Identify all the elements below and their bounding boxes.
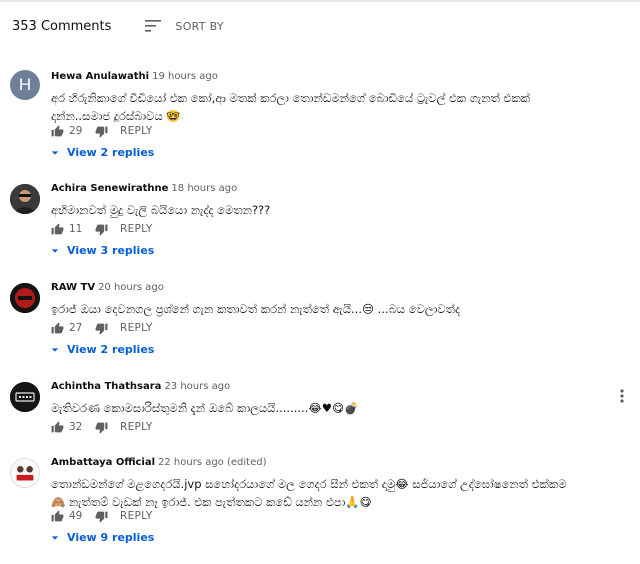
view-replies-label: View 2 replies <box>67 343 155 356</box>
sort-icon <box>145 20 162 32</box>
person-avatar-icon <box>10 184 40 214</box>
comment-time[interactable]: 18 hours ago <box>171 183 237 194</box>
comment-text: තොන්ඩමන්ගේ මළගෙදරයි.jvp සහෝදරයාගේ මල ගෙද… <box>51 477 567 509</box>
view-replies-button[interactable]: View 2 replies <box>51 146 154 159</box>
like-count: 29 <box>69 125 83 137</box>
ambattaya-logo-icon <box>11 459 39 487</box>
like-icon[interactable] <box>51 223 64 236</box>
comment-author[interactable]: RAW TV <box>51 282 95 293</box>
raw-tv-logo-icon <box>10 283 40 313</box>
chevron-down-icon <box>51 535 59 540</box>
comment-author[interactable]: Ambattaya Official <box>51 457 155 468</box>
comment-time[interactable]: 19 hours ago <box>152 71 218 82</box>
comment-text: අර හිරුනිකාගේ වීඩියෝ එක කෝ,ආ මතක් කරලා ත… <box>51 91 531 123</box>
view-replies-label: View 3 replies <box>67 244 155 257</box>
avatar[interactable] <box>10 458 40 488</box>
comment-author[interactable]: Achira Senewirathne <box>51 183 168 194</box>
comment-text: ඉරාජ් ඔයා දෙවනගල ප්‍රශ්නේ ගැන කතාවත් කරන… <box>51 302 461 316</box>
comment-author[interactable]: Hewa Anulawathi <box>51 71 149 82</box>
pubg-logo-icon <box>10 382 40 412</box>
reply-button[interactable]: REPLY <box>120 510 153 522</box>
reply-button[interactable]: REPLY <box>120 421 153 433</box>
comment-time[interactable]: 22 hours ago (edited) <box>158 457 266 468</box>
comments-header: 353 Comments SORT BY <box>12 15 224 37</box>
chevron-down-icon <box>51 150 59 155</box>
reply-button[interactable]: REPLY <box>120 223 153 235</box>
like-count: 32 <box>69 421 83 433</box>
like-count: 49 <box>69 510 83 522</box>
chevron-down-icon <box>51 248 59 253</box>
dislike-icon[interactable] <box>95 223 108 236</box>
like-count: 11 <box>69 223 83 235</box>
like-icon[interactable] <box>51 125 64 138</box>
reply-button[interactable]: REPLY <box>120 322 153 334</box>
view-replies-button[interactable]: View 2 replies <box>51 343 154 356</box>
comment-time[interactable]: 20 hours ago <box>98 282 164 293</box>
view-replies-label: View 9 replies <box>67 531 155 544</box>
avatar-letter: H <box>18 75 32 94</box>
like-icon[interactable] <box>51 322 64 335</box>
avatar[interactable]: H <box>10 70 40 100</box>
avatar[interactable] <box>10 283 40 313</box>
avatar[interactable] <box>10 184 40 214</box>
sort-by-label: SORT BY <box>175 19 224 33</box>
comment-text: මැතිවරණ කොමසාරිස්තුමනි දැන් ඔබේ කාලයයි..… <box>51 401 359 415</box>
view-replies-label: View 2 replies <box>67 146 155 159</box>
chevron-down-icon <box>51 347 59 352</box>
comment-count: 353 Comments <box>12 18 112 34</box>
dislike-icon[interactable] <box>95 322 108 335</box>
like-icon[interactable] <box>51 510 64 523</box>
view-replies-button[interactable]: View 9 replies <box>51 531 154 544</box>
dislike-icon[interactable] <box>95 510 108 523</box>
dislike-icon[interactable] <box>95 421 108 434</box>
avatar[interactable] <box>10 382 40 412</box>
reply-button[interactable]: REPLY <box>120 125 153 137</box>
comment-author[interactable]: Achintha Thathsara <box>51 381 161 392</box>
sort-by-button[interactable]: SORT BY <box>145 19 224 33</box>
more-actions-icon[interactable] <box>620 389 624 403</box>
comment-time[interactable]: 23 hours ago <box>164 381 230 392</box>
like-icon[interactable] <box>51 421 64 434</box>
dislike-icon[interactable] <box>95 125 108 138</box>
comment-text: අභිමානවත් මුදු වැලි බයියො නැද්ද මෙතන??? <box>51 203 271 217</box>
top-divider <box>0 0 640 2</box>
like-count: 27 <box>69 322 83 334</box>
view-replies-button[interactable]: View 3 replies <box>51 244 154 257</box>
